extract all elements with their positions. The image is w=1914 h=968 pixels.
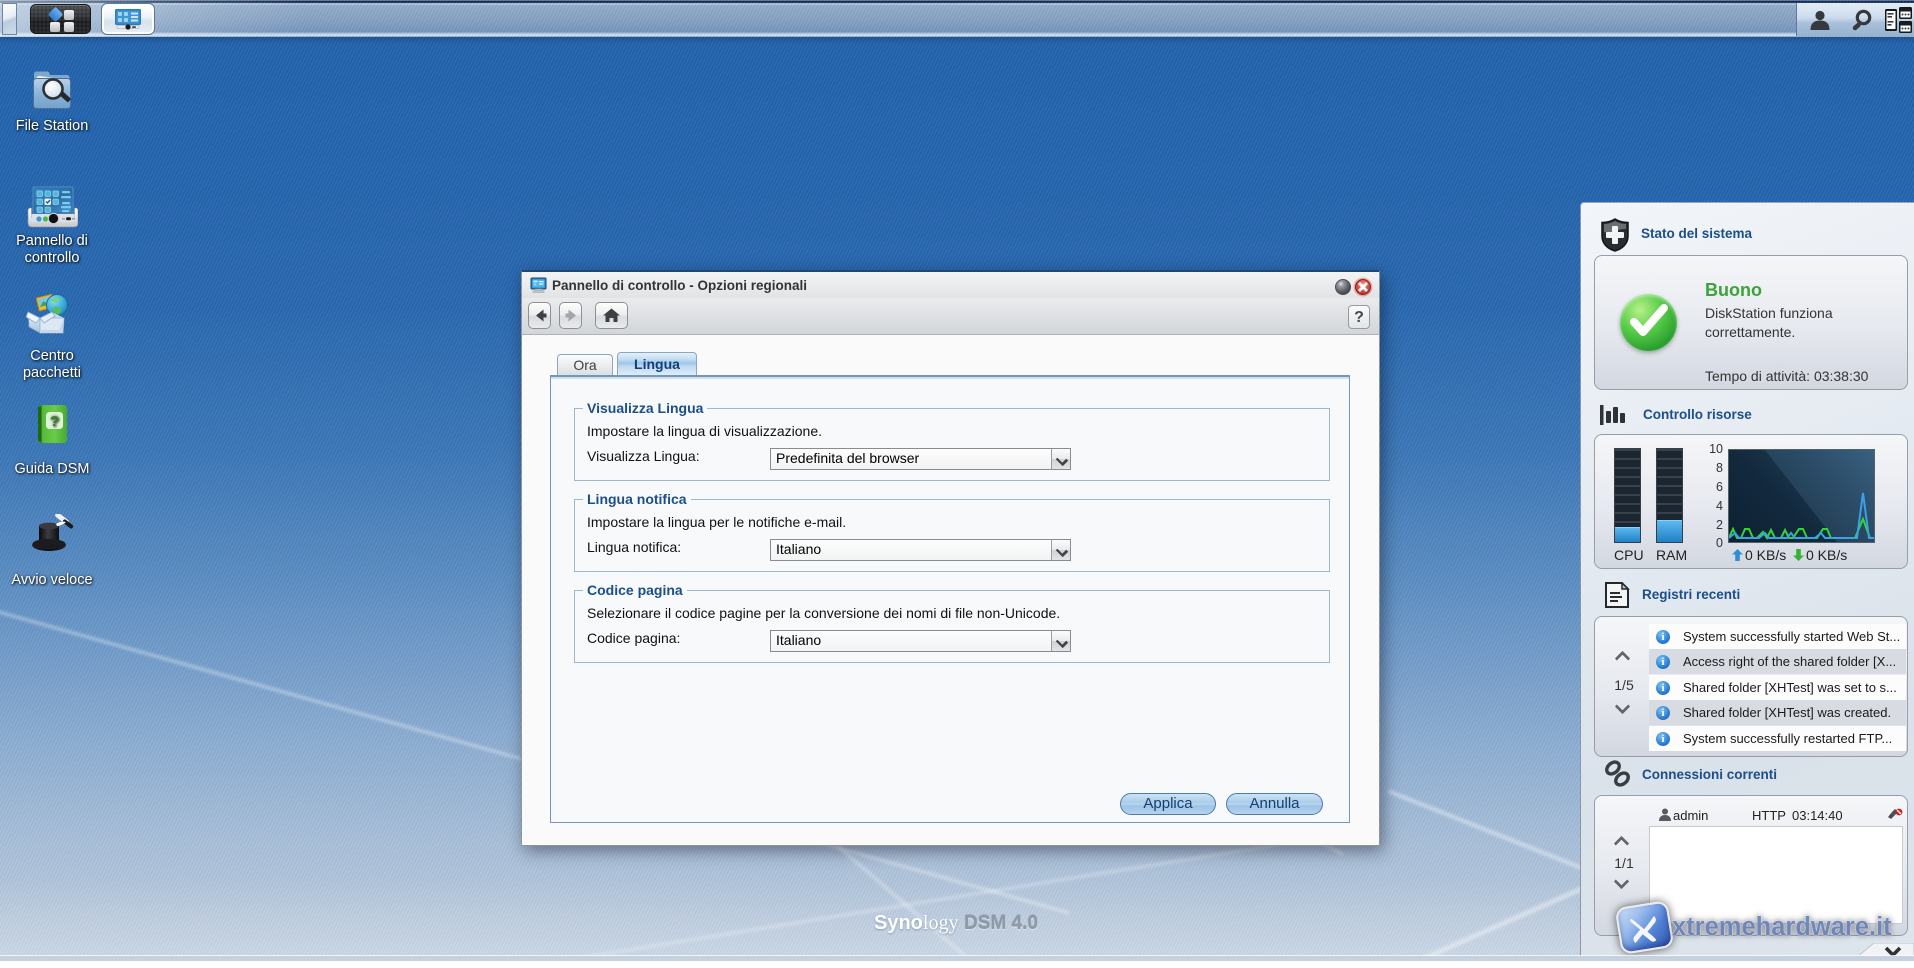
svg-text:?: ? [50,413,59,430]
